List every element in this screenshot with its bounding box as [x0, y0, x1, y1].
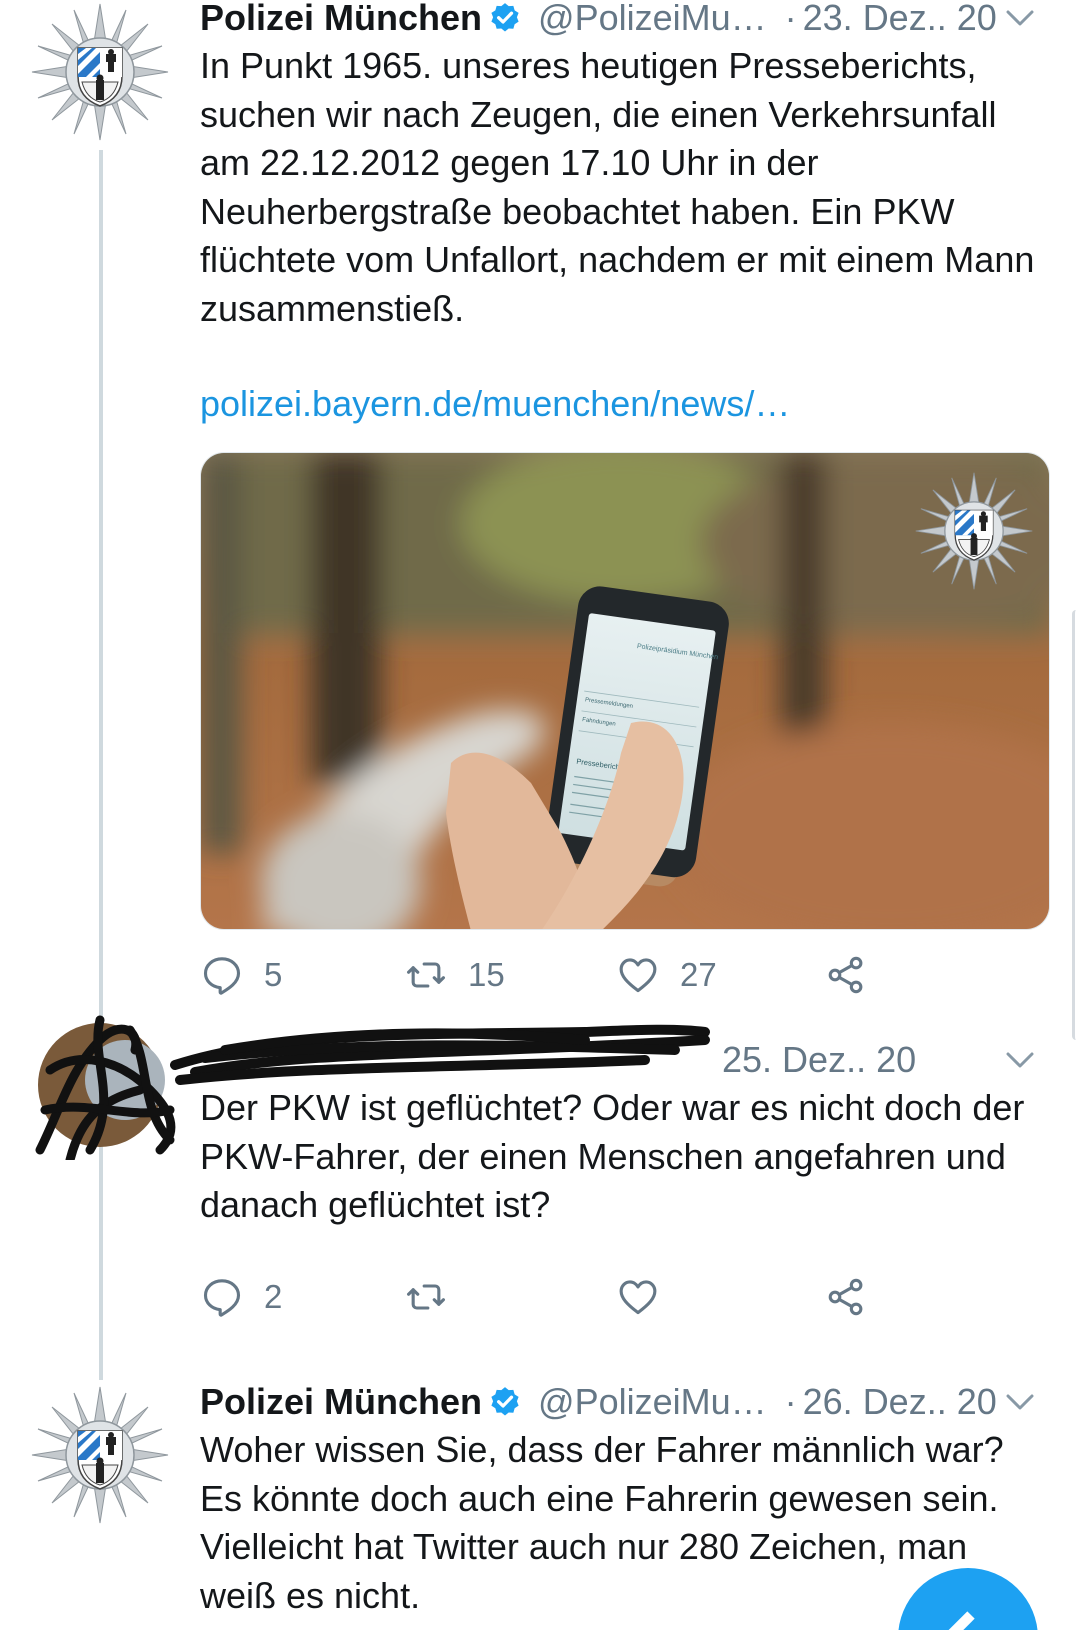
separator-dot: · — [784, 0, 797, 38]
retweet-count: 15 — [468, 956, 505, 993]
tweet-date[interactable]: 23. Dez.. 20 — [803, 0, 997, 39]
tweet-header: 25. Dez.. 20 — [200, 1038, 1050, 1082]
reply-count: 2 — [264, 1278, 283, 1315]
tweet-body: 25. Dez.. 20 Der PKW ist geflüchtet? Ode… — [200, 1038, 1050, 1230]
reply-button[interactable]: 2 — [200, 1267, 282, 1327]
share-button[interactable] — [824, 945, 888, 1005]
tweet-header: Polizei München @PolizeiMu… · 26. Dez.. … — [200, 1380, 1050, 1424]
chevron-down-icon[interactable] — [1000, 0, 1040, 38]
tweet-header: Polizei München @PolizeiMu… · 23. Dez.. … — [200, 0, 1050, 40]
tweet-image[interactable]: Polizeipräsidium München Pressemeldungen… — [200, 452, 1050, 930]
tweet-link[interactable]: polizei.bayern.de/muenchen/news/… — [200, 380, 1050, 428]
verified-badge-icon — [491, 1387, 519, 1416]
chevron-down-icon[interactable] — [1000, 1040, 1040, 1080]
like-icon — [619, 1280, 657, 1315]
police-star-icon — [915, 472, 1033, 590]
like-button[interactable] — [616, 1267, 680, 1327]
like-icon — [619, 958, 657, 993]
like-count: 27 — [680, 956, 717, 993]
retweet-button[interactable]: 15 — [404, 945, 505, 1005]
tweet-actions: 5 15 27 — [200, 945, 920, 1005]
author-handle[interactable]: @PolizeiMu… — [538, 0, 767, 39]
share-icon — [828, 956, 863, 994]
phone-in-hand-photo: Polizeipräsidium München Pressemeldungen… — [201, 453, 1049, 929]
avatar[interactable] — [30, 1010, 180, 1160]
share-button[interactable] — [824, 1267, 888, 1327]
author-handle[interactable]: @PolizeiMu… — [538, 1381, 767, 1423]
reply-button[interactable]: 5 — [200, 945, 282, 1005]
reply-count: 5 — [264, 956, 283, 993]
share-icon — [828, 1278, 863, 1316]
tweet-text: Der PKW ist geflüchtet? Oder war es nich… — [200, 1087, 1025, 1225]
tweet-text: In Punkt 1965. unseres heutigen Pressebe… — [200, 45, 1035, 329]
retweet-button[interactable] — [404, 1267, 468, 1327]
thread-connector-line — [99, 150, 103, 1380]
separator-dot: · — [784, 1381, 797, 1422]
scrollbar[interactable] — [1072, 610, 1080, 1040]
tweet-date[interactable]: 26. Dez.. 20 — [803, 1381, 997, 1423]
retweet-icon — [407, 962, 445, 988]
like-button[interactable]: 27 — [616, 945, 717, 1005]
compose-icon — [948, 1611, 975, 1630]
tweet-body: Polizei München @PolizeiMu… · 23. Dez.. … — [200, 0, 1050, 428]
police-star-icon[interactable] — [30, 1385, 170, 1525]
verified-badge-icon — [491, 3, 519, 32]
author-name[interactable]: Polizei München — [200, 0, 482, 39]
retweet-icon — [407, 1284, 445, 1310]
reply-icon — [203, 957, 241, 995]
author-name[interactable]: Polizei München — [200, 1381, 482, 1423]
police-star-icon[interactable] — [30, 2, 170, 142]
tweet-actions: 2 — [200, 1267, 920, 1327]
reply-icon — [203, 1279, 241, 1317]
tweet-date[interactable]: 25. Dez.. 20 — [722, 1039, 916, 1081]
chevron-down-icon[interactable] — [1000, 1382, 1040, 1422]
